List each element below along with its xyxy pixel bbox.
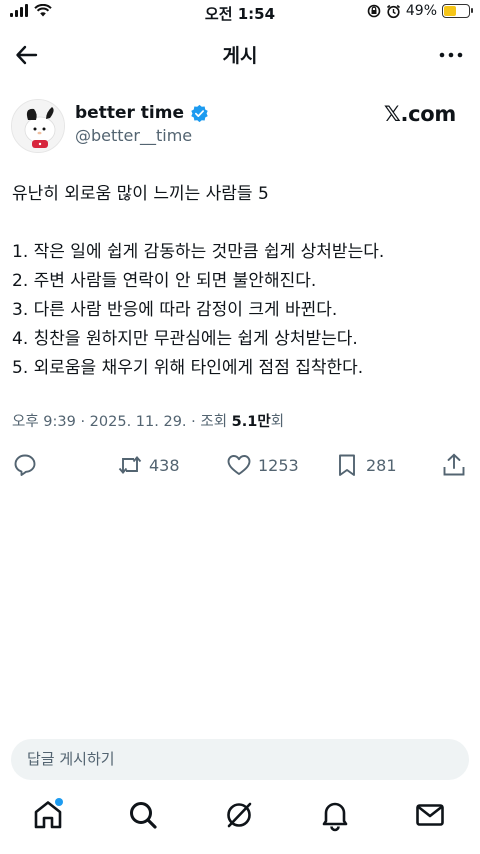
reply-icon <box>14 454 36 476</box>
battery-level <box>444 6 456 16</box>
view-count[interactable]: 5.1만 <box>232 414 271 430</box>
like-count: 1253 <box>258 455 299 475</box>
like-button[interactable]: 1253 <box>226 450 299 480</box>
post-timestamp: 오후 9:39 · 2025. 11. 29. · 조회 <box>12 414 232 430</box>
grok-icon <box>227 802 252 828</box>
post-body: 유난히 외로움 많이 느끼는 사람들 5 1. 작은 일에 쉽게 감동하는 것만… <box>12 180 468 383</box>
reply-button[interactable] <box>12 450 38 480</box>
author-name-text: better time <box>75 103 184 123</box>
reply-placeholder: 답글 게시하기 <box>27 750 115 768</box>
status-bar: 오전 1:54 49% <box>0 0 480 26</box>
nav-grok[interactable] <box>222 798 256 832</box>
list-item: 4. 칭찬을 원하지만 무관심에는 쉽게 상처받는다. <box>12 329 358 349</box>
source-label: 𝕏.com <box>383 102 456 126</box>
verified-badge-icon <box>191 104 208 122</box>
bookmark-count: 281 <box>366 455 397 475</box>
reply-input[interactable]: 답글 게시하기 <box>11 739 469 780</box>
author-handle[interactable]: @better__time <box>75 126 192 145</box>
view-suffix: 회 <box>270 414 285 430</box>
avatar[interactable] <box>11 99 65 153</box>
search-icon <box>130 802 157 829</box>
bookmark-icon <box>339 454 355 476</box>
bottom-nav <box>0 794 480 854</box>
top-bar: 게시 <box>0 30 480 78</box>
nav-home[interactable] <box>31 798 65 832</box>
share-icon <box>443 453 465 476</box>
nav-search[interactable] <box>126 798 160 832</box>
more-button[interactable] <box>436 40 466 70</box>
retweet-icon <box>118 456 142 474</box>
rotation-lock-icon <box>367 4 381 18</box>
author-name[interactable]: better time <box>75 103 209 123</box>
notification-dot <box>55 798 63 806</box>
list-item: 3. 다른 사람 반응에 따라 감정이 크게 바뀐다. <box>12 300 338 320</box>
list-item: 5. 외로움을 채우기 위해 타인에게 점점 집착한다. <box>12 358 364 378</box>
post-meta: 오후 9:39 · 2025. 11. 29. · 조회 5.1만회 <box>12 410 284 431</box>
retweet-button[interactable]: 438 <box>117 450 180 480</box>
status-right: 49% <box>367 3 473 19</box>
notifications-icon <box>322 802 348 832</box>
bookmark-button[interactable]: 281 <box>334 450 397 480</box>
nav-messages[interactable] <box>413 798 447 832</box>
nav-notifications[interactable] <box>318 798 352 832</box>
list-item: 2. 주변 사람들 연락이 안 되면 불안해진다. <box>12 271 317 291</box>
battery-icon <box>442 4 473 18</box>
share-button[interactable] <box>441 450 467 480</box>
retweet-count: 438 <box>149 455 180 475</box>
battery-percent: 49% <box>405 3 437 19</box>
list-item: 1. 작은 일에 쉽게 감동하는 것만큼 쉽게 상처받는다. <box>12 242 385 262</box>
like-icon <box>227 455 251 475</box>
page-title: 게시 <box>222 45 258 67</box>
messages-icon <box>416 804 444 826</box>
alarm-icon <box>386 4 400 18</box>
post-headline: 유난히 외로움 많이 느끼는 사람들 5 <box>12 184 269 204</box>
action-bar: 438 1253 281 <box>0 450 480 480</box>
avatar-image <box>12 100 64 152</box>
more-icon <box>439 52 463 58</box>
